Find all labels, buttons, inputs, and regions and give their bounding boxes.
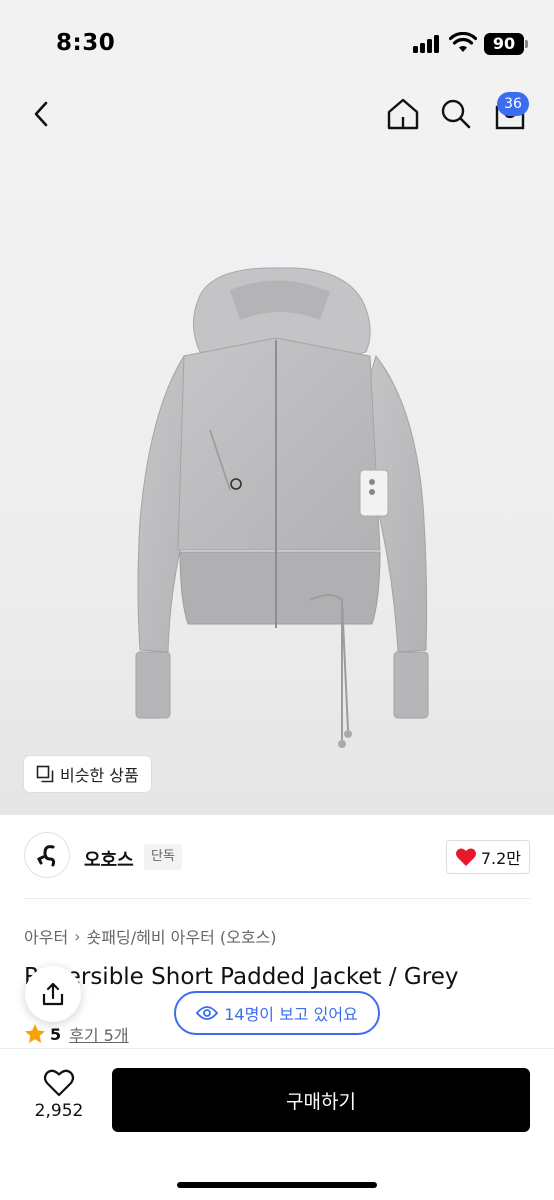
breadcrumb-category[interactable]: 아우터 xyxy=(24,924,68,948)
brand-logo-mark xyxy=(36,845,56,867)
brand-like-button[interactable]: 7.2만 xyxy=(445,840,530,874)
breadcrumb-subcategory[interactable]: 숏패딩/헤비 아우터 (오호스) xyxy=(87,924,277,948)
home-icon xyxy=(387,98,419,130)
divider xyxy=(24,898,530,899)
navigation-header xyxy=(0,80,554,150)
home-button[interactable] xyxy=(383,94,423,134)
share-button[interactable] xyxy=(25,966,81,1022)
back-icon xyxy=(34,101,48,127)
battery-indicator: 90 xyxy=(484,33,528,55)
product-title: Reversible Short Padded Jacket / Grey xyxy=(24,964,459,990)
buy-button[interactable]: 구매하기 xyxy=(112,1068,530,1132)
similar-products-label: 비슷한 상품 xyxy=(60,766,139,785)
wishlist-count: 2,952 xyxy=(34,1101,84,1121)
chevron-right-icon: › xyxy=(74,926,81,946)
status-bar: 8:30 90 xyxy=(0,0,554,80)
brand-like-count: 7.2만 xyxy=(480,849,521,868)
wifi-icon xyxy=(449,32,477,52)
search-button[interactable] xyxy=(436,94,476,134)
back-button[interactable] xyxy=(22,94,62,134)
bottom-action-bar: 2,952 구매하기 xyxy=(0,1048,554,1200)
brand-name[interactable]: 오호스 xyxy=(84,846,134,872)
brand-row: 오호스 단독 7.2만 xyxy=(24,830,530,884)
product-image xyxy=(135,267,429,748)
heart-outline-icon xyxy=(43,1069,75,1097)
cart-count-badge: 36 xyxy=(497,92,529,116)
eye-icon xyxy=(196,1006,219,1020)
viewers-label: 14명이 보고 있어요 xyxy=(224,1005,358,1024)
heart-filled-icon xyxy=(455,848,476,866)
wishlist-button[interactable]: 2,952 xyxy=(24,1069,94,1121)
cellular-signal-icon xyxy=(413,35,441,53)
viewers-count-pill: 14명이 보고 있어요 xyxy=(174,991,380,1035)
rating-score: 5 xyxy=(50,1024,62,1044)
similar-products-icon xyxy=(36,765,54,783)
share-icon xyxy=(42,982,64,1006)
review-count-link[interactable]: 후기 5개 xyxy=(69,1022,128,1046)
search-icon xyxy=(441,99,471,129)
rating-row: 5 후기 5개 xyxy=(24,1022,129,1046)
product-image-area[interactable]: 비슷한 상품 xyxy=(0,150,554,815)
status-time: 8:30 xyxy=(56,30,116,56)
similar-products-button[interactable]: 비슷한 상품 xyxy=(24,756,151,792)
exclusive-tag: 단독 xyxy=(144,844,182,870)
breadcrumb: 아우터 › 숏패딩/헤비 아우터 (오호스) xyxy=(24,924,277,948)
brand-logo[interactable] xyxy=(24,832,70,878)
home-indicator xyxy=(177,1182,377,1188)
star-icon xyxy=(25,1024,45,1043)
